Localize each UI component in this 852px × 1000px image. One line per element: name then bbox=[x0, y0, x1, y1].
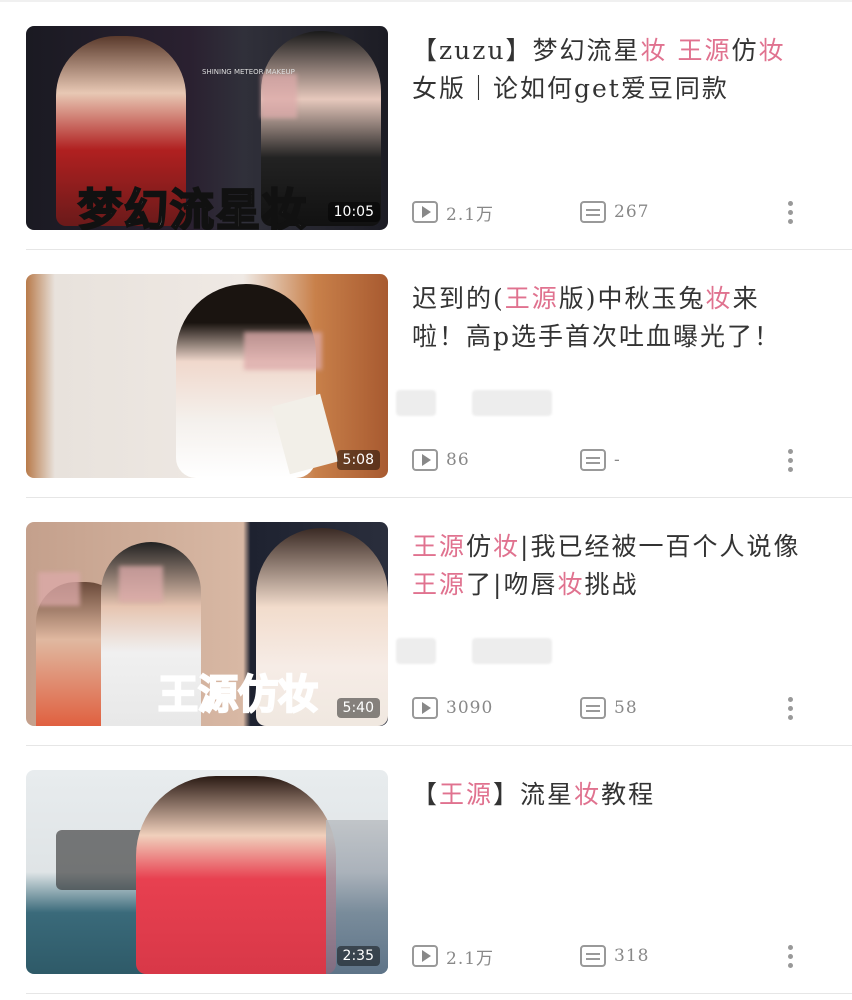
title-keyword-highlight: 王源 bbox=[412, 532, 467, 561]
video-thumbnail[interactable]: SHINING METEOR MAKEUP 梦幻流星妆 10:05 bbox=[26, 26, 388, 230]
video-title[interactable]: 迟到的(王源版)中秋玉兔妆来啦！高p选手首次吐血曝光了！ bbox=[412, 280, 812, 356]
comment-list-icon bbox=[580, 201, 606, 223]
title-text: 迟到的( bbox=[412, 284, 505, 313]
title-keyword-highlight: 妆 bbox=[640, 36, 668, 65]
title-text: 【zuzu】梦幻流星 bbox=[412, 36, 641, 65]
comment-count: 267 bbox=[580, 197, 649, 227]
title-keyword-highlight: 王源 bbox=[439, 780, 494, 809]
play-count: 2.1万 bbox=[412, 941, 494, 971]
video-item[interactable]: SHINING METEOR MAKEUP 梦幻流星妆 10:05 【zuzu】… bbox=[0, 2, 852, 250]
title-keyword-highlight: 王源 bbox=[412, 570, 467, 599]
more-vertical-icon[interactable] bbox=[788, 449, 794, 476]
blurred-date bbox=[472, 390, 552, 416]
more-vertical-icon[interactable] bbox=[788, 697, 794, 724]
title-keyword-highlight: 妆 bbox=[557, 570, 585, 599]
video-thumbnail[interactable]: 2:35 bbox=[26, 770, 388, 974]
video-title[interactable]: 【王源】流星妆教程 bbox=[412, 776, 812, 814]
comment-count: - bbox=[580, 445, 621, 475]
video-duration: 5:08 bbox=[336, 450, 380, 470]
title-text: 仿 bbox=[466, 532, 494, 561]
title-keyword-highlight: 妆 bbox=[758, 36, 786, 65]
blurred-author bbox=[396, 390, 436, 416]
video-thumbnail[interactable]: 5:08 bbox=[26, 274, 388, 478]
thumbnail-caption: 梦幻流星妆 bbox=[77, 184, 308, 230]
video-title[interactable]: 【zuzu】梦幻流星妆 王源仿妆女版｜论如何get爱豆同款 bbox=[412, 32, 812, 108]
blurred-date bbox=[472, 638, 552, 664]
play-count-icon bbox=[412, 697, 438, 719]
title-text: 【 bbox=[412, 780, 440, 809]
video-item[interactable]: 5:08 迟到的(王源版)中秋玉兔妆来啦！高p选手首次吐血曝光了！ 86 - bbox=[0, 250, 852, 498]
title-keyword-highlight: 王源 bbox=[504, 284, 559, 313]
play-count-icon bbox=[412, 449, 438, 471]
more-vertical-icon[interactable] bbox=[788, 945, 794, 972]
comment-list-icon bbox=[580, 449, 606, 471]
play-count-icon bbox=[412, 201, 438, 223]
title-text: 版)中秋玉兔 bbox=[558, 284, 706, 313]
title-keyword-highlight: 妆 bbox=[705, 284, 733, 313]
video-duration: 10:05 bbox=[327, 202, 380, 222]
title-text: |我已经被一百个人说像 bbox=[520, 532, 801, 561]
play-count: 2.1万 bbox=[412, 197, 494, 227]
video-item[interactable]: 王源仿妆 5:40 王源仿妆|我已经被一百个人说像王源了|吻唇妆挑战 3090 … bbox=[0, 498, 852, 746]
title-keyword-highlight: 妆 bbox=[574, 780, 602, 809]
play-count: 86 bbox=[412, 445, 470, 475]
video-title[interactable]: 王源仿妆|我已经被一百个人说像王源了|吻唇妆挑战 bbox=[412, 528, 812, 604]
title-text: 教程 bbox=[601, 780, 656, 809]
comment-list-icon bbox=[580, 697, 606, 719]
play-count-icon bbox=[412, 945, 438, 967]
title-text: 了|吻唇 bbox=[466, 570, 558, 599]
video-thumbnail[interactable]: 王源仿妆 5:40 bbox=[26, 522, 388, 726]
title-text: 仿 bbox=[731, 36, 759, 65]
thumbnail-small-caption: SHINING METEOR MAKEUP bbox=[202, 68, 295, 76]
video-item[interactable]: 2:35 【王源】流星妆教程 2.1万 318 bbox=[0, 746, 852, 994]
title-text: 女版｜论如何get爱豆同款 bbox=[412, 74, 729, 103]
comment-list-icon bbox=[580, 945, 606, 967]
title-keyword-highlight: 妆 bbox=[493, 532, 521, 561]
video-duration: 5:40 bbox=[336, 698, 380, 718]
title-text: 挑战 bbox=[584, 570, 639, 599]
title-text: 】流星 bbox=[493, 780, 575, 809]
play-count: 3090 bbox=[412, 693, 493, 723]
comment-count: 58 bbox=[580, 693, 638, 723]
title-keyword-highlight: 王源 bbox=[677, 36, 732, 65]
row-divider bbox=[26, 993, 852, 994]
thumbnail-caption: 王源仿妆 bbox=[157, 671, 319, 719]
blurred-author bbox=[396, 638, 436, 664]
video-duration: 2:35 bbox=[336, 946, 380, 966]
title-text bbox=[668, 36, 678, 65]
more-vertical-icon[interactable] bbox=[788, 201, 794, 228]
comment-count: 318 bbox=[580, 941, 649, 971]
